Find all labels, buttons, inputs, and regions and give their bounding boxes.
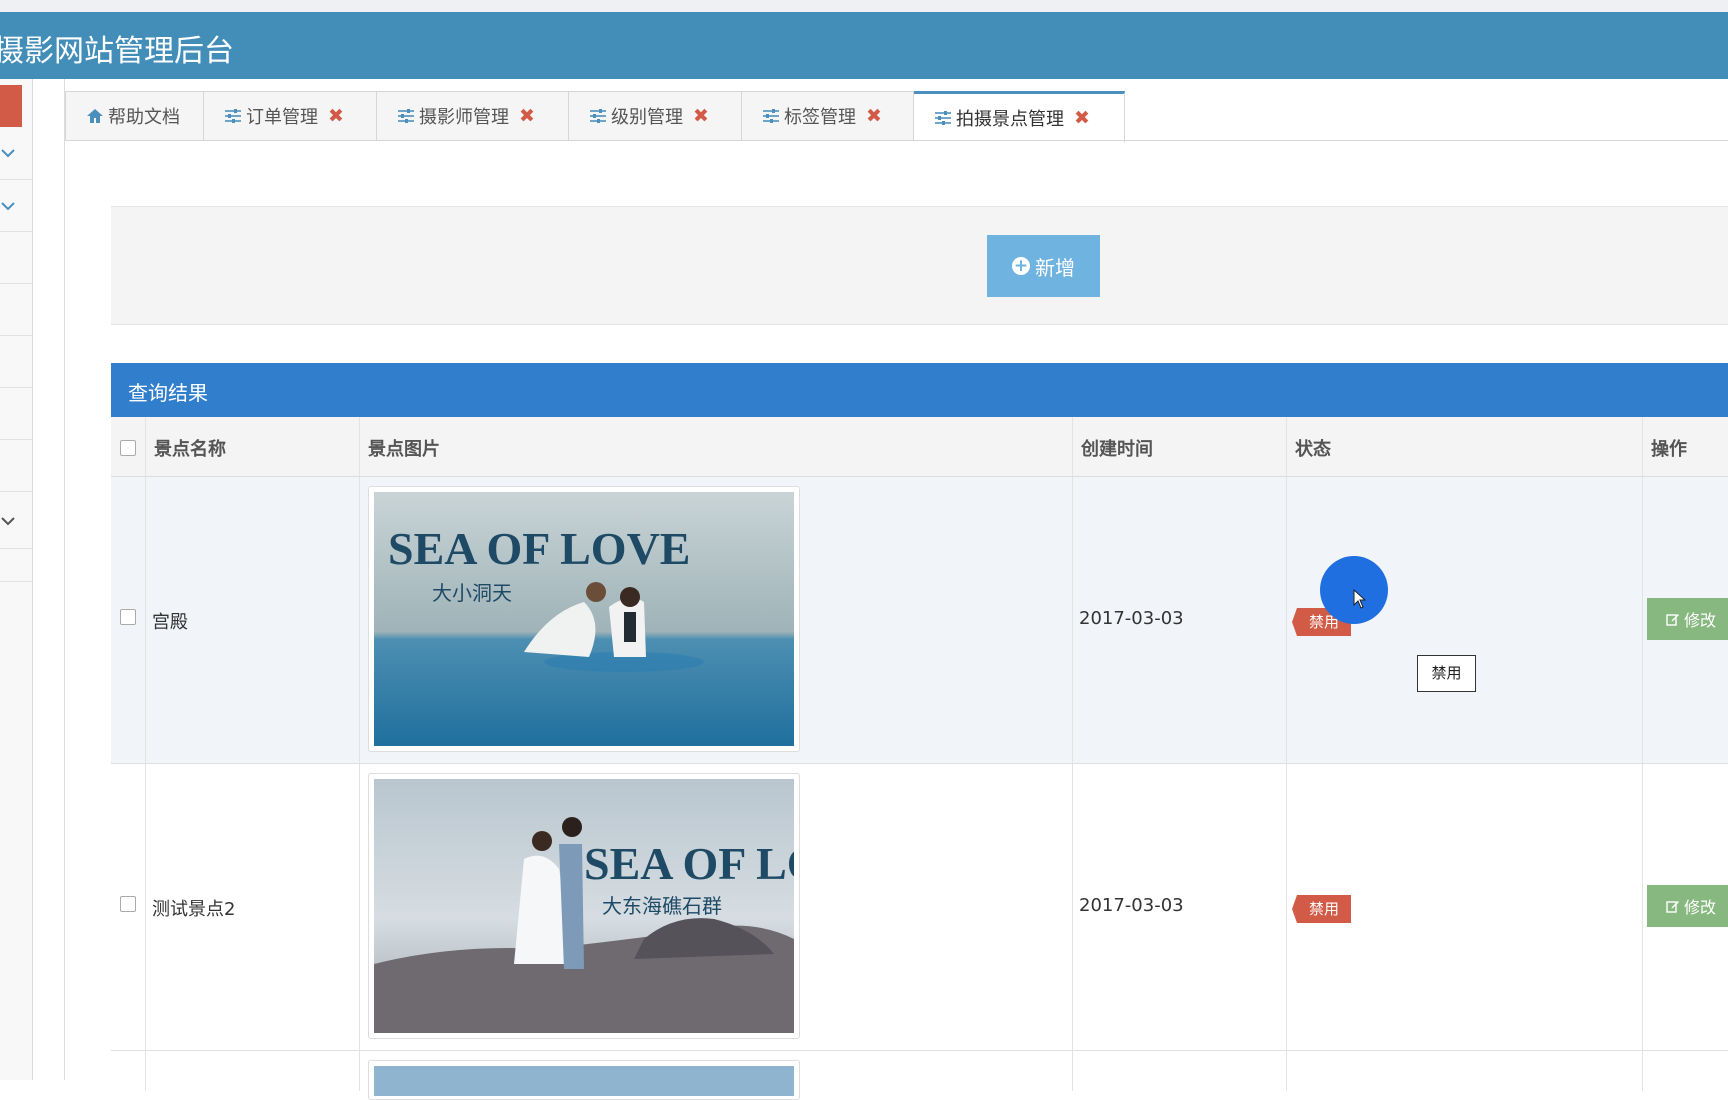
sidebar-menu-item[interactable]	[0, 388, 32, 440]
column-header[interactable]: 景点名称	[146, 417, 360, 476]
column-header[interactable]: 创建时间	[1073, 417, 1287, 476]
cursor-arrow-icon	[1353, 589, 1367, 609]
sidebar-menu-item[interactable]	[0, 180, 32, 232]
edit-icon	[1666, 901, 1679, 913]
sidebar-menu-item[interactable]	[0, 127, 32, 180]
chevron-down-icon	[1, 517, 15, 526]
sidebar-menu-item[interactable]	[0, 232, 32, 284]
created-date: 2017-03-03	[1079, 608, 1184, 629]
sidebar-menu-item[interactable]	[0, 492, 32, 549]
tab-level-management[interactable]: 级别管理 ✖	[569, 91, 742, 141]
sliders-icon	[763, 109, 779, 123]
tab-label: 拍摄景点管理	[956, 109, 1064, 130]
sidebar-menu-item[interactable]	[0, 549, 32, 582]
app-title: 摄影网站管理后台	[0, 34, 234, 69]
results-title: 查询结果	[128, 381, 208, 405]
edit-button[interactable]: 修改	[1647, 885, 1728, 927]
row-checkbox[interactable]	[120, 609, 136, 625]
column-header[interactable]: 操作	[1643, 417, 1728, 476]
row-checkbox[interactable]	[120, 896, 136, 912]
spot-image	[368, 1060, 800, 1100]
chevron-down-icon	[1, 202, 15, 211]
edit-button-label: 修改	[1683, 611, 1716, 630]
column-header[interactable]: 状态	[1287, 417, 1643, 476]
edit-button[interactable]: 修改	[1647, 598, 1728, 640]
status-badge[interactable]: 禁用	[1291, 895, 1352, 923]
sliders-icon	[590, 109, 606, 123]
sliders-icon	[225, 109, 241, 123]
sliders-icon	[935, 111, 951, 125]
table-header-row: 景点名称 景点图片 创建时间 状态 操作	[111, 417, 1728, 477]
add-button-label: 新增	[1035, 255, 1075, 280]
tab-divider	[65, 140, 1728, 141]
select-all-checkbox[interactable]	[120, 440, 136, 456]
sidebar-menu-item[interactable]	[0, 284, 32, 336]
mouse-cursor-highlight	[1320, 556, 1388, 624]
sidebar	[0, 79, 33, 1080]
tab-tag-management[interactable]: 标签管理 ✖	[742, 91, 914, 141]
sidebar-collapse-button[interactable]	[0, 85, 22, 127]
close-icon[interactable]: ✖	[328, 105, 344, 127]
tab-label: 级别管理	[611, 107, 683, 128]
tab-order-management[interactable]: 订单管理 ✖	[204, 91, 377, 141]
edit-icon	[1666, 614, 1679, 626]
image-caption: SEA OF LOVE	[388, 523, 690, 574]
main-content: 帮助文档 订单管理 ✖ 摄影师管理 ✖ 级别管理 ✖ 标签管理 ✖ 拍摄景点管理…	[64, 79, 1728, 1100]
column-header[interactable]: 景点图片	[360, 417, 1073, 476]
chevron-down-icon	[1, 149, 15, 158]
table-row: 测试景点2 SEA OF L 大东海礁石群 2017-03-03 禁用 修改	[111, 764, 1728, 1051]
close-icon[interactable]: ✖	[693, 105, 709, 127]
add-button[interactable]: + 新增	[987, 235, 1100, 297]
home-icon	[87, 109, 103, 123]
sidebar-menu-item[interactable]	[0, 440, 32, 492]
close-icon[interactable]: ✖	[866, 105, 882, 127]
results-header: 查询结果	[111, 363, 1728, 417]
table-row	[111, 1051, 1728, 1100]
table-row: 宫殿 SEA OF LOVE 大小洞天 2017-03-03 禁用 修改	[111, 477, 1728, 764]
tab-photographer-management[interactable]: 摄影师管理 ✖	[377, 91, 569, 141]
image-caption: SEA OF LOVE	[584, 838, 794, 889]
sliders-icon	[398, 109, 414, 123]
spot-name: 宫殿	[152, 612, 188, 633]
tab-spot-management[interactable]: 拍摄景点管理 ✖	[914, 91, 1125, 143]
top-strip	[0, 0, 1728, 12]
spot-name: 测试景点2	[152, 899, 236, 920]
app-header: 摄影网站管理后台	[0, 12, 1728, 79]
tab-label: 摄影师管理	[419, 107, 509, 128]
tab-bar: 帮助文档 订单管理 ✖ 摄影师管理 ✖ 级别管理 ✖ 标签管理 ✖ 拍摄景点管理…	[65, 91, 1125, 143]
tooltip: 禁用	[1417, 655, 1476, 692]
spot-image: SEA OF LOVE 大东海礁石群	[368, 773, 800, 1039]
image-subtitle: 大小洞天	[432, 581, 512, 605]
image-subtitle: 大东海礁石群	[602, 894, 722, 918]
tab-label: 帮助文档	[108, 107, 180, 128]
sidebar-menu-item[interactable]	[0, 336, 32, 388]
toolbar-panel: + 新增	[111, 206, 1728, 325]
plus-circle-icon: +	[1012, 256, 1030, 276]
tab-help-docs[interactable]: 帮助文档	[65, 91, 204, 141]
close-icon[interactable]: ✖	[1074, 107, 1090, 129]
created-date: 2017-03-03	[1079, 895, 1184, 916]
tab-label: 标签管理	[784, 107, 856, 128]
spot-image: SEA OF LOVE 大小洞天	[368, 486, 800, 752]
close-icon[interactable]: ✖	[519, 105, 535, 127]
tab-label: 订单管理	[246, 107, 318, 128]
edit-button-label: 修改	[1683, 898, 1716, 917]
